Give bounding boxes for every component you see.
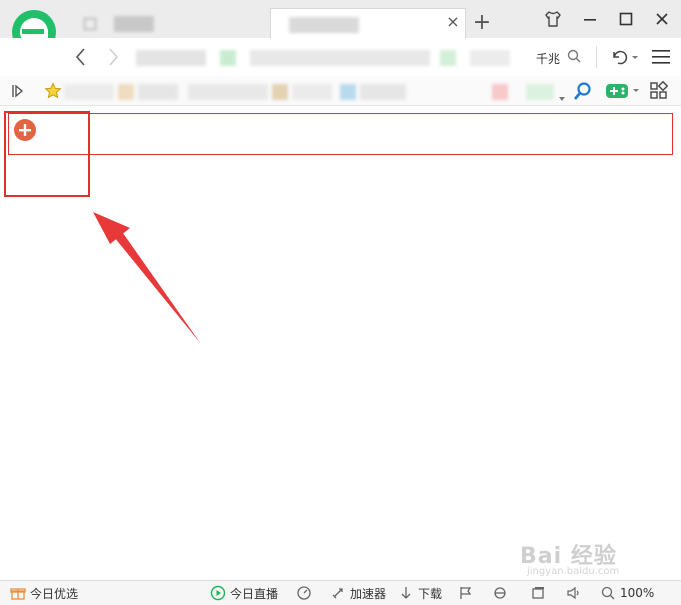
ie-icon	[494, 587, 506, 599]
status-download-label: 下载	[418, 586, 443, 601]
bookmark-blurred	[360, 84, 406, 100]
status-zoom[interactable]: 100%	[600, 584, 654, 602]
status-live[interactable]: 今日直播	[210, 584, 278, 602]
tab-title-blurred	[114, 16, 154, 32]
status-zoom-label: 100%	[620, 586, 655, 600]
download-arrow-icon	[401, 587, 411, 599]
status-live-label: 今日直播	[230, 586, 279, 601]
zoom-icon	[601, 586, 615, 600]
bookmarks-list[interactable]	[64, 82, 554, 102]
bookmark-blurred	[492, 84, 508, 100]
chevron-right-icon	[109, 48, 119, 66]
undo-close-tab-button[interactable]	[606, 44, 642, 70]
bookmark-blurred	[138, 84, 178, 100]
gamepad-icon	[606, 84, 639, 98]
bookmark-blurred	[272, 84, 288, 100]
minimize-button[interactable]	[572, 6, 608, 32]
sidebar-toggle-icon	[12, 84, 24, 98]
status-download[interactable]: 下载	[398, 584, 442, 602]
bookmark-blurred	[292, 84, 332, 100]
speedometer-icon	[297, 586, 311, 600]
add-bookmark-button[interactable]	[14, 119, 36, 141]
bookmark-area-highlight	[8, 113, 673, 155]
status-today-picks[interactable]: 今日优选	[10, 584, 78, 602]
bookmark-blurred	[64, 84, 114, 100]
game-button[interactable]	[604, 80, 640, 102]
tab-favicon	[84, 18, 96, 30]
tab-title-blurred	[289, 17, 359, 33]
watermark-subtext: jingyan.baidu.com	[527, 566, 620, 577]
status-accelerator-label: 加速器	[350, 586, 387, 601]
plus-icon	[19, 124, 31, 136]
status-flag[interactable]	[458, 584, 478, 602]
play-circle-icon	[210, 585, 226, 601]
status-speed-icon-item[interactable]	[296, 584, 316, 602]
maximize-button[interactable]	[608, 6, 644, 32]
address-search-icon[interactable]	[566, 48, 582, 64]
address-input[interactable]	[130, 44, 530, 72]
window-icon	[532, 587, 544, 599]
close-window-button[interactable]	[644, 6, 680, 32]
status-window[interactable]	[530, 584, 550, 602]
chevron-left-icon	[75, 48, 85, 66]
close-icon	[656, 13, 668, 25]
bookmark-blurred	[340, 84, 356, 100]
toolbar-separator	[596, 46, 597, 68]
search-icon	[574, 82, 591, 100]
status-ie-mode[interactable]	[492, 584, 512, 602]
gift-icon	[10, 588, 26, 600]
back-button[interactable]	[68, 44, 94, 70]
bookmark-blurred	[188, 84, 268, 100]
rocket-icon	[332, 588, 343, 599]
status-accelerator[interactable]: 加速器	[330, 584, 386, 602]
hamburger-icon	[652, 50, 670, 64]
tab-inactive[interactable]	[78, 10, 268, 38]
url-blurred	[136, 50, 206, 66]
flag-icon	[460, 587, 472, 599]
favorites-toggle-button[interactable]	[10, 82, 26, 100]
tab-active[interactable]: ×	[270, 8, 466, 38]
address-bar-partial-text: 千兆	[536, 52, 561, 66]
bookmark-blurred	[526, 84, 554, 100]
maximize-icon	[619, 12, 633, 26]
apps-button[interactable]	[648, 80, 670, 102]
new-tab-button[interactable]: +	[468, 10, 496, 36]
speaker-icon	[567, 586, 579, 600]
tshirt-icon	[545, 11, 561, 27]
status-today-picks-label: 今日优选	[30, 586, 79, 601]
bookmarks-more-chevron-icon[interactable]	[558, 88, 566, 101]
undo-icon	[613, 50, 638, 65]
skin-button[interactable]	[535, 6, 571, 32]
grid-apps-icon	[650, 80, 669, 99]
forward-button[interactable]	[100, 44, 126, 70]
status-volume[interactable]	[566, 584, 586, 602]
tab-close-icon[interactable]: ×	[445, 13, 461, 31]
url-blurred	[470, 50, 510, 66]
bookmark-blurred	[118, 84, 134, 100]
main-menu-button[interactable]	[648, 44, 674, 70]
minimize-icon	[584, 19, 596, 21]
url-blurred	[440, 50, 456, 66]
url-blurred	[220, 50, 236, 66]
url-blurred	[250, 50, 430, 66]
favorites-star-icon[interactable]	[44, 82, 62, 100]
search-button[interactable]	[572, 80, 594, 102]
